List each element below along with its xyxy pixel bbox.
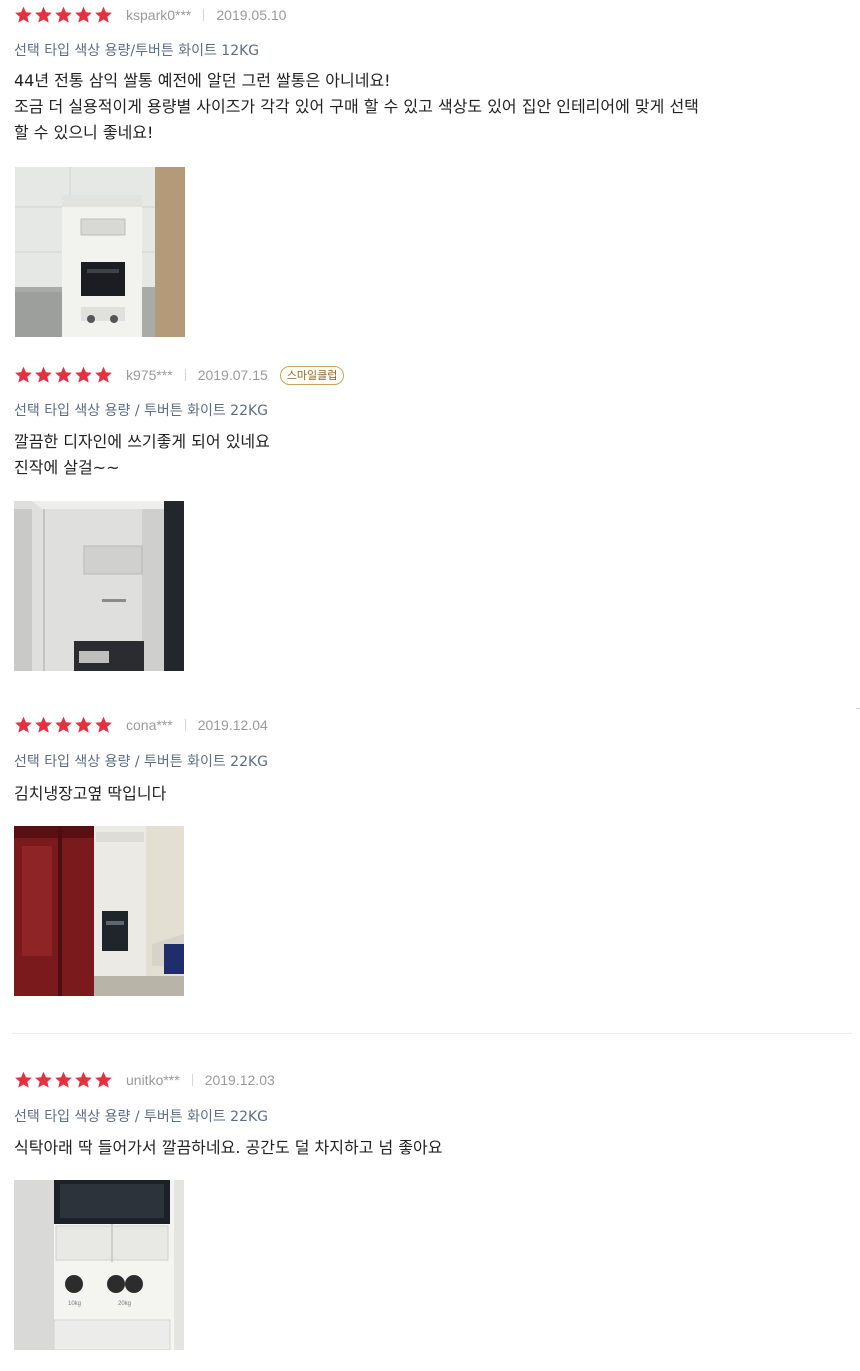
star-icon bbox=[34, 716, 53, 734]
meta-divider bbox=[184, 719, 186, 731]
review-photo[interactable] bbox=[14, 826, 184, 996]
star-rating bbox=[14, 716, 113, 734]
review-text: 식탁아래 딱 들어가서 깔끔하네요. 공간도 덜 차지하고 넘 좋아요 bbox=[14, 1135, 443, 1161]
review-text-line: 조금 더 실용적이게 용량별 사이즈가 각각 있어 구매 할 수 있고 색상도 … bbox=[14, 97, 699, 116]
purchase-option: 선택 타입 색상 용량 / 투버튼 화이트 22KG bbox=[14, 403, 269, 419]
review-text-line: 44년 전통 삼익 쌀통 예전에 알던 그런 쌀통은 아니네요! bbox=[14, 71, 391, 90]
review-text-line: 깔끔한 디자인에 쓰기좋게 되어 있네요 bbox=[14, 432, 270, 451]
star-icon bbox=[74, 1071, 93, 1089]
review-text-line: 식탁아래 딱 들어가서 깔끔하네요. 공간도 덜 차지하고 넘 좋아요 bbox=[14, 1138, 443, 1157]
meta-divider bbox=[203, 9, 205, 21]
reviewer-name: k975*** bbox=[126, 367, 173, 383]
review-photo[interactable]: 10kg 20kg bbox=[14, 1180, 184, 1350]
review-text-line: 할 수 있으니 좋네요! bbox=[14, 123, 154, 142]
review-date: 2019.07.15 bbox=[197, 367, 268, 383]
review-text: 김치냉장고옆 딱입니다 bbox=[14, 781, 166, 807]
review-date: 2019.12.03 bbox=[204, 1072, 275, 1088]
star-icon bbox=[54, 366, 73, 384]
reviewer-name: kspark0*** bbox=[126, 7, 192, 23]
review-date: 2019.05.10 bbox=[216, 7, 287, 23]
review-photo[interactable] bbox=[15, 167, 185, 337]
star-rating bbox=[14, 1071, 113, 1089]
star-icon bbox=[54, 1071, 73, 1089]
star-icon bbox=[74, 716, 93, 734]
star-icon bbox=[14, 1071, 33, 1089]
star-icon bbox=[74, 6, 93, 24]
purchase-option: 선택 타입 색상 용량 / 투버튼 화이트 22KG bbox=[14, 754, 269, 770]
review-text-line: 진작에 살걸~~ bbox=[14, 458, 120, 477]
star-rating bbox=[14, 366, 113, 384]
star-icon bbox=[54, 6, 73, 24]
review-meta: unitko*** 2019.12.03 bbox=[14, 1069, 275, 1091]
star-icon bbox=[34, 366, 53, 384]
review-photo[interactable] bbox=[14, 501, 184, 671]
star-icon bbox=[94, 366, 113, 384]
star-icon bbox=[14, 716, 33, 734]
review-text: 깔끔한 디자인에 쓰기좋게 되어 있네요 진작에 살걸~~ bbox=[14, 429, 270, 481]
scroll-edge-mark bbox=[856, 708, 860, 709]
reviewer-name: cona*** bbox=[126, 717, 173, 733]
star-icon bbox=[94, 716, 113, 734]
review-text: 44년 전통 삼익 쌀통 예전에 알던 그런 쌀통은 아니네요! 조금 더 실용… bbox=[14, 68, 699, 146]
star-icon bbox=[74, 366, 93, 384]
review-text-line: 김치냉장고옆 딱입니다 bbox=[14, 784, 167, 803]
purchase-option: 선택 타입 색상 용량 / 투버튼 화이트 22KG bbox=[14, 1109, 269, 1125]
photo-label: 10kg bbox=[68, 1301, 81, 1307]
review-meta: k975*** 2019.07.15 스마일클럽 bbox=[14, 364, 345, 386]
star-rating bbox=[14, 6, 113, 24]
review-meta: cona*** 2019.12.04 bbox=[14, 714, 268, 736]
purchase-option: 선택 타입 색상 용량/투버튼 화이트 12KG bbox=[14, 43, 260, 59]
star-icon bbox=[34, 1071, 53, 1089]
photo-label: 20kg bbox=[118, 1301, 131, 1307]
reviewer-name: unitko*** bbox=[126, 1072, 180, 1088]
meta-divider bbox=[184, 369, 186, 381]
star-icon bbox=[34, 6, 53, 24]
smile-club-badge: 스마일클럽 bbox=[279, 365, 345, 385]
star-icon bbox=[14, 6, 33, 24]
meta-divider bbox=[191, 1074, 193, 1086]
star-icon bbox=[14, 366, 33, 384]
review-meta: kspark0*** 2019.05.10 bbox=[14, 4, 286, 26]
star-icon bbox=[94, 1071, 113, 1089]
star-icon bbox=[54, 716, 73, 734]
section-divider bbox=[12, 1033, 852, 1034]
star-icon bbox=[94, 6, 113, 24]
review-date: 2019.12.04 bbox=[197, 717, 268, 733]
